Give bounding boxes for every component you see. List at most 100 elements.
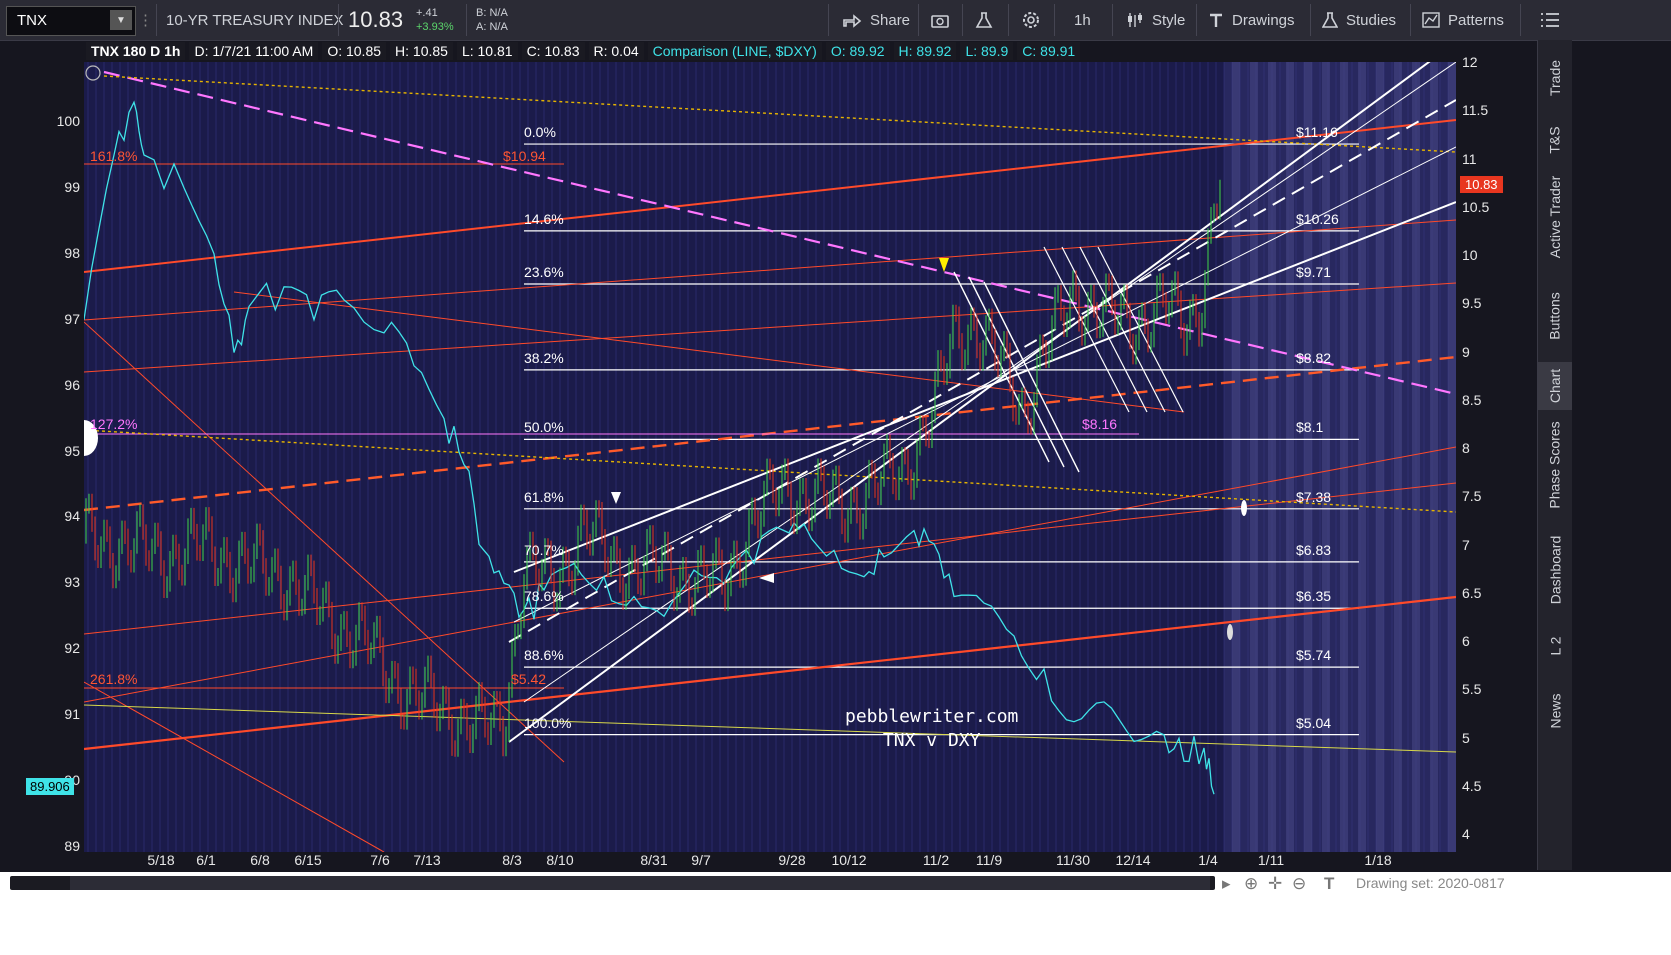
side-tab-label: L 2 [1546, 636, 1563, 656]
screenshot-button[interactable] [930, 0, 950, 40]
future-stripe [1412, 62, 1420, 852]
style-button[interactable]: Style [1126, 0, 1185, 40]
future-stripe [1448, 62, 1456, 852]
time-axis-tick: 9/7 [691, 852, 711, 868]
drawings-label: Drawings [1232, 11, 1295, 29]
time-axis-tick: 11/2 [922, 852, 950, 868]
bottom-bar: ▸ ⊕ ✛ ⊖ T Drawing set: 2020-0817 [0, 872, 1671, 955]
right-axis-tick: 11.5 [1462, 102, 1489, 119]
time-axis[interactable]: 5/18 6/1 6/8 6/15 7/6 7/13 8/3 8/10 8/31 9/7 9/28 1… [84, 852, 1456, 872]
bar-low: L: 10.81 [456, 42, 518, 60]
alert-marker [1241, 500, 1247, 516]
price-542-label: $5.42 [511, 671, 547, 687]
studies-label: Studies [1346, 11, 1397, 29]
bar-range: R: 0.04 [588, 42, 644, 60]
time-axis-tick: 8/31 [640, 852, 668, 868]
future-stripe [1286, 62, 1294, 852]
right-axis-tick: 4.5 [1462, 777, 1482, 794]
time-axis-tick: 8/10 [546, 852, 574, 868]
side-tab-news[interactable]: News [1538, 672, 1572, 750]
fib-price-label: $9.71 [1296, 263, 1332, 280]
flask-icon [975, 12, 993, 28]
future-stripe [1340, 62, 1348, 852]
zoom-icon[interactable]: ⊕ [1244, 874, 1258, 894]
future-stripe [1304, 62, 1312, 852]
left-price-axis[interactable]: 1009998979695949392919089 [0, 62, 84, 854]
comparison-high: H: 89.92 [893, 42, 957, 60]
drawings-button[interactable]: Drawings [1208, 0, 1295, 40]
settings-button[interactable] [1022, 0, 1040, 40]
fib-pct-label: 88.6% [524, 647, 564, 664]
left-axis-tick: 97 [64, 310, 80, 327]
side-tab-l-2[interactable]: L 2 [1538, 622, 1572, 670]
right-axis-tick: 4 [1462, 826, 1470, 842]
side-tab-buttons[interactable]: Buttons [1538, 272, 1572, 360]
symbol-dropdown-icon[interactable]: ▼ [110, 10, 132, 30]
study-label: TNX 180 D 1h [86, 42, 186, 60]
future-stripe [1430, 62, 1438, 852]
side-tab-dashboard[interactable]: Dashboard [1538, 520, 1572, 620]
time-axis-tick: 6/1 [196, 852, 216, 868]
flask-button[interactable] [975, 0, 993, 40]
right-axis-tick: 8.5 [1462, 391, 1482, 408]
chart-plot-area[interactable] [84, 62, 1456, 852]
scrollbar-thumb[interactable] [70, 876, 1210, 890]
crosshair-icon[interactable]: ✛ [1268, 874, 1282, 894]
horizontal-scrollbar[interactable] [10, 876, 1215, 890]
comparison-open: O: 89.92 [825, 42, 890, 60]
right-axis-tick: 11 [1462, 150, 1477, 167]
price-816-label: $8.16 [1082, 416, 1118, 432]
side-tab-chart[interactable]: Chart [1538, 362, 1572, 410]
ext-261-label: 261.8% [90, 671, 138, 687]
right-axis-tick: 10.5 [1462, 198, 1490, 215]
fib-price-label: $8.1 [1296, 419, 1324, 436]
side-tab-trade[interactable]: Trade [1538, 40, 1572, 116]
camera-icon [931, 15, 949, 28]
right-axis-tick: 6.5 [1462, 584, 1482, 601]
fib-pct-label: 14.6% [524, 210, 564, 227]
instrument-title: 10-YR TREASURY INDEX [166, 11, 344, 29]
left-axis-tick: 99 [64, 178, 80, 195]
time-axis-tick: 1/4 [1198, 852, 1218, 868]
side-tab-label: Chart [1547, 368, 1564, 404]
fib-pct-label: 100.0% [524, 714, 572, 731]
side-tab-label: Phase Scores [1547, 421, 1564, 509]
time-axis-tick: 6/15 [294, 852, 322, 868]
patterns-button[interactable]: Patterns [1422, 0, 1504, 40]
zoom-out-icon[interactable]: ⊖ [1292, 874, 1306, 894]
fib-pct-label: 78.6% [524, 588, 564, 605]
fib-pct-label: 38.2% [524, 349, 564, 366]
side-tab-t-s[interactable]: T&S [1538, 118, 1572, 162]
scroll-right-icon[interactable]: ▸ [1222, 874, 1231, 894]
right-axis-tick: 7.5 [1462, 488, 1482, 505]
bar-high: H: 10.85 [390, 42, 453, 60]
future-stripe [1322, 62, 1330, 852]
left-axis-tick: 95 [64, 442, 80, 459]
share-button[interactable]: Share [842, 0, 910, 40]
symbol-input[interactable]: TNX ▼ [6, 6, 136, 36]
future-stripe [1376, 62, 1384, 852]
side-tab-bar: Trade T&S Active Trader Buttons Chart Phase S… [1537, 40, 1572, 870]
last-price-flag: 10.83 [1460, 176, 1503, 193]
interval-button[interactable]: 1h [1074, 0, 1091, 40]
style-label: Style [1152, 11, 1186, 29]
fib-pct-label: 50.0% [524, 419, 564, 436]
drawing-tool-icon[interactable]: T [1324, 874, 1334, 894]
right-axis-tick: 9.5 [1462, 295, 1482, 312]
left-axis-tick: 100 [56, 113, 80, 129]
bar-open: O: 10.85 [322, 42, 387, 60]
menu-button[interactable] [1540, 0, 1560, 40]
share-label: Share [870, 11, 911, 29]
alert-marker [1227, 624, 1233, 640]
left-axis-tick: 93 [64, 574, 80, 591]
ext-161-label: 161.8% [90, 148, 138, 164]
share-icon [843, 14, 862, 28]
studies-button[interactable]: Studies [1322, 0, 1396, 40]
time-axis-tick: 11/9 [975, 852, 1003, 868]
link-icon[interactable]: ⋮ [138, 0, 153, 40]
side-tab-phase-scores[interactable]: Phase Scores [1538, 412, 1572, 518]
comparison-low: L: 89.9 [960, 42, 1014, 60]
patterns-icon [1422, 12, 1440, 28]
time-axis-tick: 9/28 [778, 852, 806, 868]
side-tab-active-trader[interactable]: Active Trader [1538, 164, 1572, 270]
